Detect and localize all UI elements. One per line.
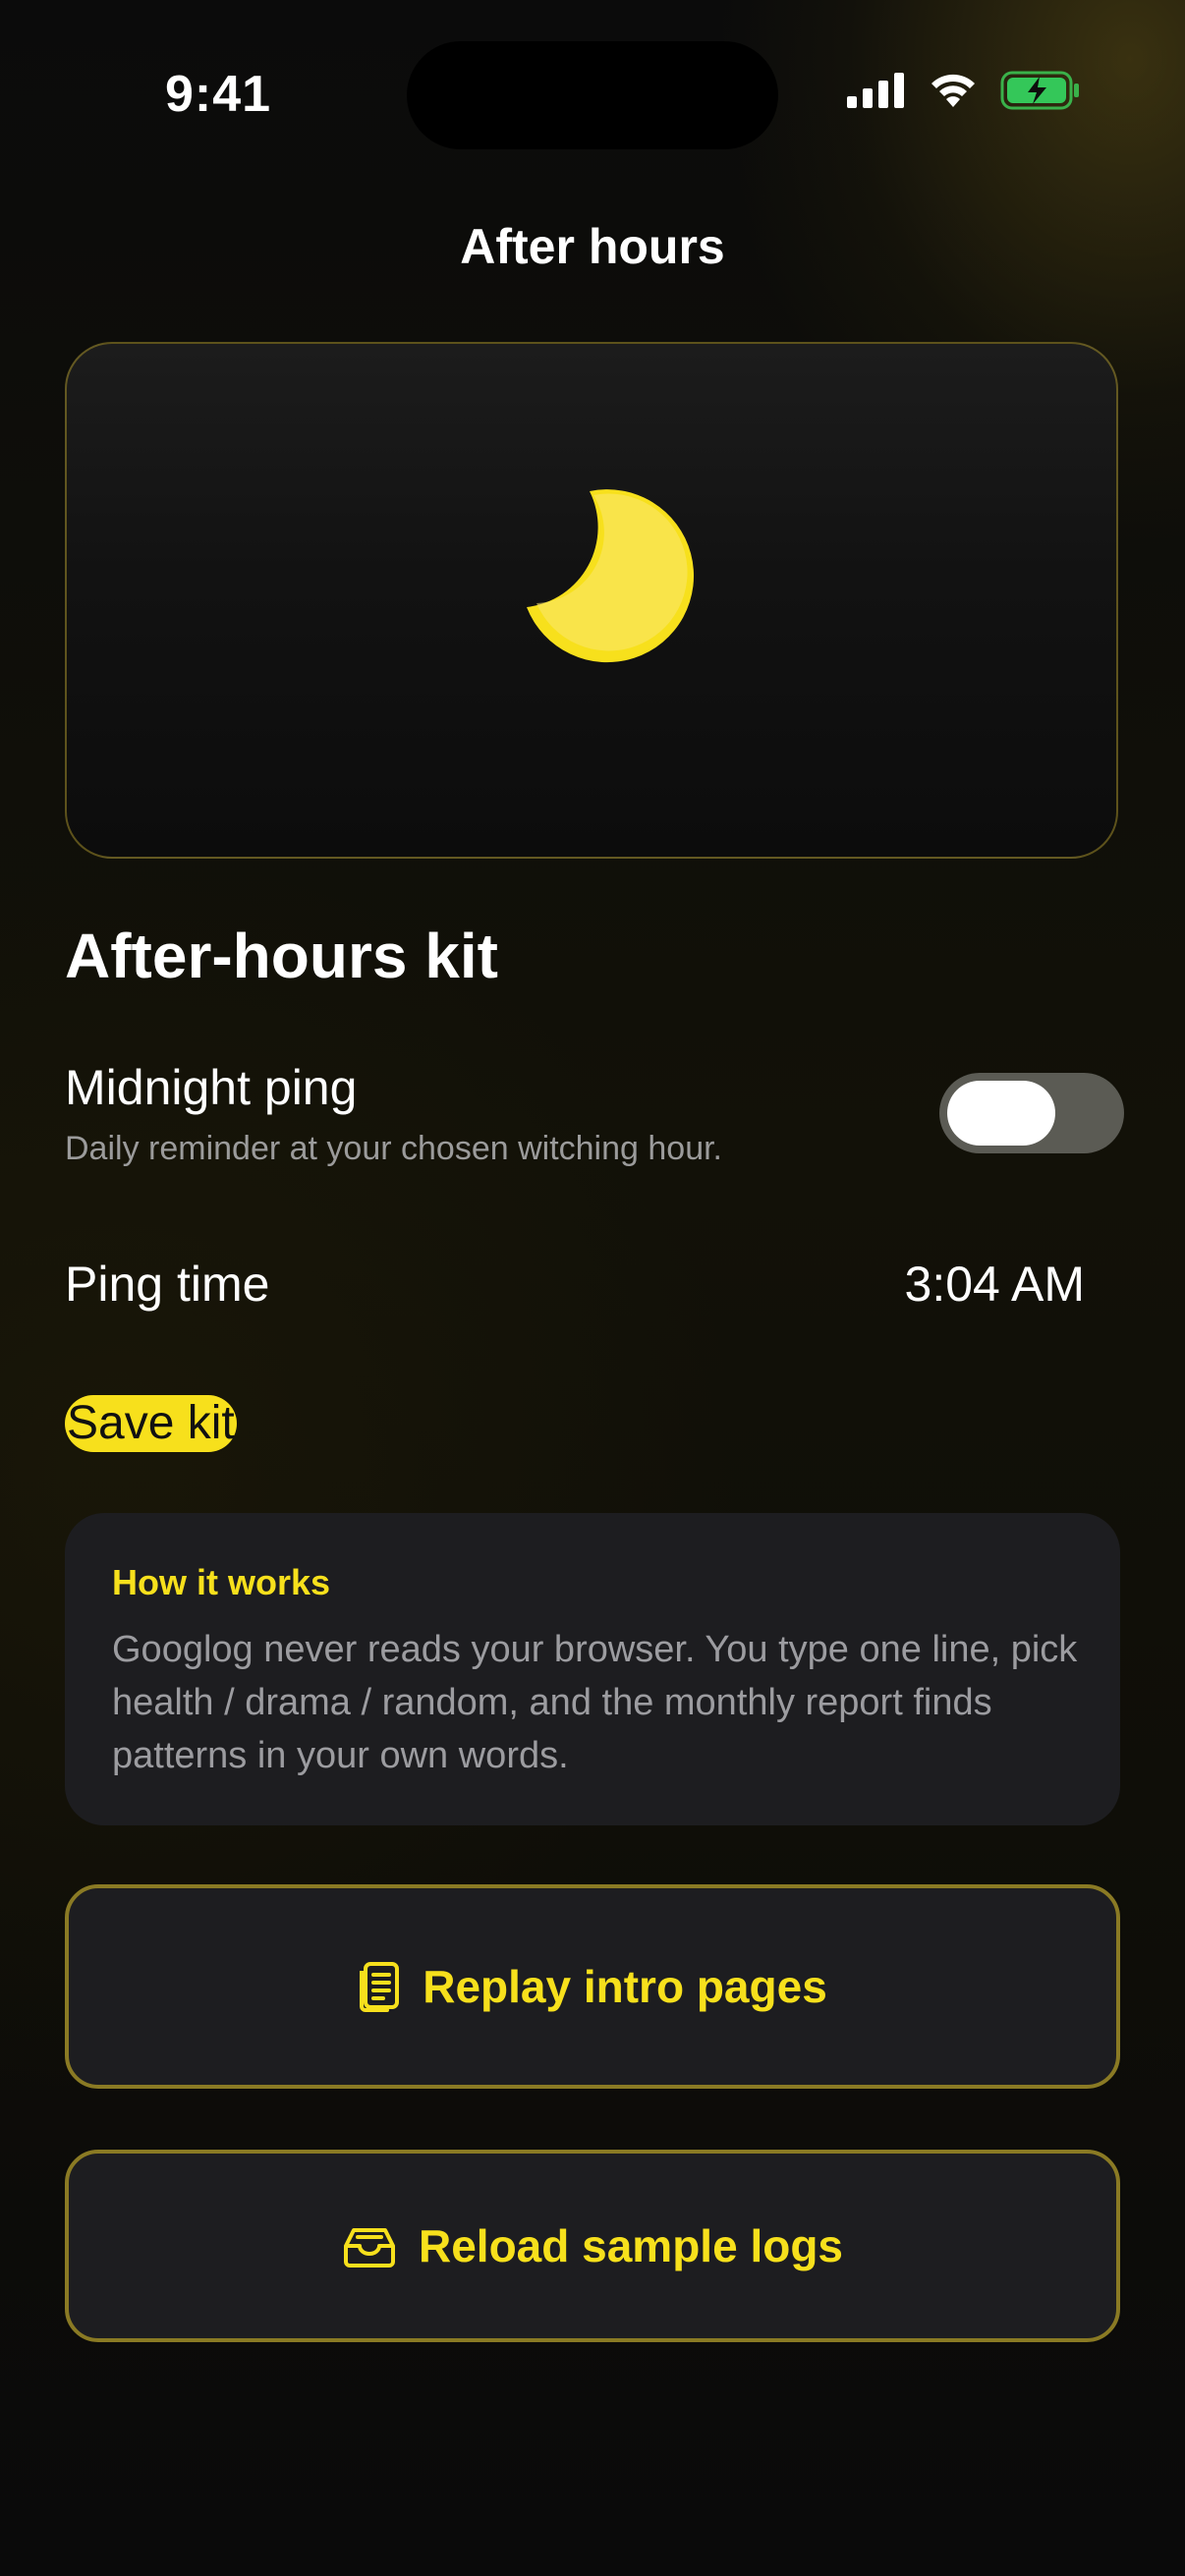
toggle-knob [947,1081,1055,1146]
hero-card [65,342,1118,859]
midnight-ping-toggle[interactable] [939,1073,1124,1153]
status-time: 9:41 [165,66,272,123]
inbox-tray-icon [342,2224,397,2268]
page-title: After hours [460,219,725,274]
replay-intro-label: Replay intro pages [423,1961,827,2012]
save-kit-button[interactable]: Save kit [65,1395,237,1452]
status-icons [847,71,1081,115]
battery-charging-icon [1000,71,1081,115]
section-title: After-hours kit [65,921,498,991]
reload-sample-logs-button[interactable]: Reload sample logs [65,2150,1120,2342]
info-title: How it works [112,1562,331,1602]
ping-time-label: Ping time [65,1257,270,1312]
dynamic-island [407,41,778,149]
wifi-icon [928,72,979,114]
ping-time-value[interactable]: 3:04 AM [905,1256,1085,1313]
midnight-ping-label: Midnight ping [65,1060,358,1115]
replay-intro-button[interactable]: Replay intro pages [65,1884,1120,2089]
cellular-signal-icon [847,73,906,113]
info-body: Googlog never reads your browser. You ty… [112,1629,1078,1776]
document-icon [358,1961,401,2012]
how-it-works-card: How it works Googlog never reads your br… [65,1513,1120,1825]
crescent-moon-icon [521,481,707,668]
status-bar: 9:41 [0,0,1185,157]
reload-sample-logs-label: Reload sample logs [418,2220,843,2271]
midnight-ping-subtitle: Daily reminder at your chosen witching h… [65,1130,722,1167]
